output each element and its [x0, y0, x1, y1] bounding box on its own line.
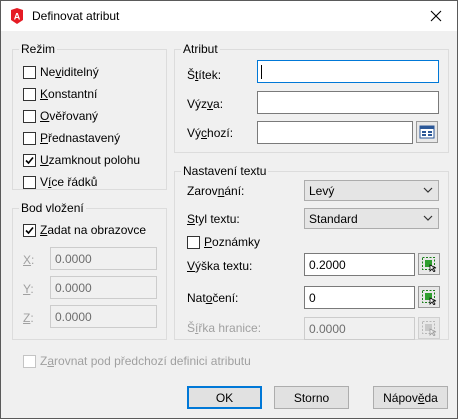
- pick-rotation-button[interactable]: [418, 286, 440, 308]
- boundary-width-label: Šířka hranice:: [187, 321, 262, 335]
- chevron-down-icon: [423, 215, 433, 221]
- annotative-box[interactable]: [187, 235, 200, 249]
- mode-group-title: Režim: [19, 42, 58, 56]
- title-bar: A Definovat atribut: [1, 1, 457, 31]
- pick-point-icon: [422, 290, 437, 305]
- tag-input[interactable]: [257, 60, 439, 83]
- x-input: 0.0000: [50, 247, 157, 270]
- boundary-width-input: 0.0000: [304, 317, 415, 340]
- text-height-label: Výška textu:: [187, 259, 253, 273]
- mode-lock-position-box[interactable]: [23, 153, 36, 167]
- x-label: X:: [23, 253, 35, 267]
- y-input: 0.0000: [50, 276, 157, 299]
- specify-on-screen-box[interactable]: [23, 223, 36, 237]
- text-style-label: Styl textu:: [187, 212, 240, 226]
- checkmark-icon: [25, 226, 34, 234]
- mode-multiple-lines-box[interactable]: [23, 175, 36, 189]
- pick-point-icon: [422, 257, 437, 272]
- mode-invisible-checkbox[interactable]: Neviditelný: [23, 64, 99, 80]
- define-attribute-dialog: A Definovat atribut Režim Neviditelný Kon…: [0, 0, 458, 419]
- mode-verify-label: Ověřovaný: [40, 109, 99, 123]
- text-height-input[interactable]: 0.2000: [304, 253, 415, 276]
- default-input[interactable]: [257, 121, 413, 144]
- chevron-down-icon: [423, 187, 433, 193]
- pick-text-height-button[interactable]: [418, 253, 440, 275]
- specify-on-screen-label: Zadat na obrazovce: [40, 223, 147, 237]
- rotation-input[interactable]: 0: [304, 286, 415, 309]
- insert-field-icon: [419, 125, 435, 139]
- help-button[interactable]: Nápov ě da: [373, 386, 448, 409]
- align-below-checkbox: Zarovnat pod předchozí definici atributu: [23, 353, 251, 369]
- attribute-group-title: Atribut: [181, 42, 220, 56]
- annotative-label: Poznámky: [204, 235, 261, 249]
- pick-boundary-width-button: [418, 317, 440, 339]
- mode-preset-checkbox[interactable]: Přednastavený: [23, 130, 120, 146]
- y-label: Y:: [23, 282, 34, 296]
- justification-select[interactable]: Levý: [304, 180, 439, 201]
- mode-constant-checkbox[interactable]: Konstantní: [23, 86, 97, 102]
- align-below-label: Zarovnat pod předchozí definici atributu: [40, 354, 251, 368]
- pick-point-icon: [422, 321, 437, 336]
- mode-constant-label: Konstantní: [40, 87, 98, 101]
- prompt-input[interactable]: [257, 91, 439, 114]
- close-icon: [430, 10, 442, 22]
- checkmark-icon: [25, 156, 34, 164]
- align-below-box: [23, 354, 36, 368]
- insert-field-button[interactable]: [416, 121, 438, 143]
- cancel-button[interactable]: Storno: [274, 386, 349, 409]
- text-style-select[interactable]: Standard: [304, 208, 439, 229]
- mode-lock-position-checkbox[interactable]: Uzamknout polohu: [23, 152, 140, 168]
- mode-preset-label: Přednastavený: [40, 131, 121, 145]
- mode-verify-checkbox[interactable]: Ověřovaný: [23, 108, 98, 124]
- mode-verify-box[interactable]: [23, 109, 36, 123]
- tag-label: Štítek:: [187, 68, 222, 82]
- prompt-label: Výzva:: [187, 97, 224, 111]
- mode-multiple-lines-label: Více řádků: [40, 175, 98, 189]
- mode-lock-position-label: Uzamknout polohu: [40, 153, 141, 167]
- mode-constant-box[interactable]: [23, 87, 36, 101]
- z-label: Z:: [23, 311, 34, 325]
- mode-multiple-lines-checkbox[interactable]: Více řádků: [23, 174, 97, 190]
- text-caret: [261, 65, 262, 79]
- annotative-checkbox[interactable]: Poznámky: [187, 234, 260, 250]
- specify-on-screen-checkbox[interactable]: Zadat na obrazovce: [23, 222, 146, 238]
- close-button[interactable]: [415, 1, 457, 31]
- default-label: Výchozí:: [187, 126, 234, 140]
- window-title: Definovat atribut: [32, 9, 120, 23]
- app-icon-letter: A: [14, 12, 21, 22]
- mode-invisible-label: Neviditelný: [40, 65, 99, 79]
- ok-button[interactable]: OK: [187, 386, 262, 409]
- mode-invisible-box[interactable]: [23, 65, 36, 79]
- insertion-point-group-title: Bod vložení: [19, 201, 86, 215]
- rotation-label: Natočení:: [187, 291, 239, 305]
- text-settings-group-title: Nastavení textu: [181, 164, 269, 178]
- autocad-app-icon: A: [11, 8, 23, 24]
- justification-label: Zarovnání:: [187, 184, 245, 198]
- mode-preset-box[interactable]: [23, 131, 36, 145]
- z-input: 0.0000: [50, 305, 157, 328]
